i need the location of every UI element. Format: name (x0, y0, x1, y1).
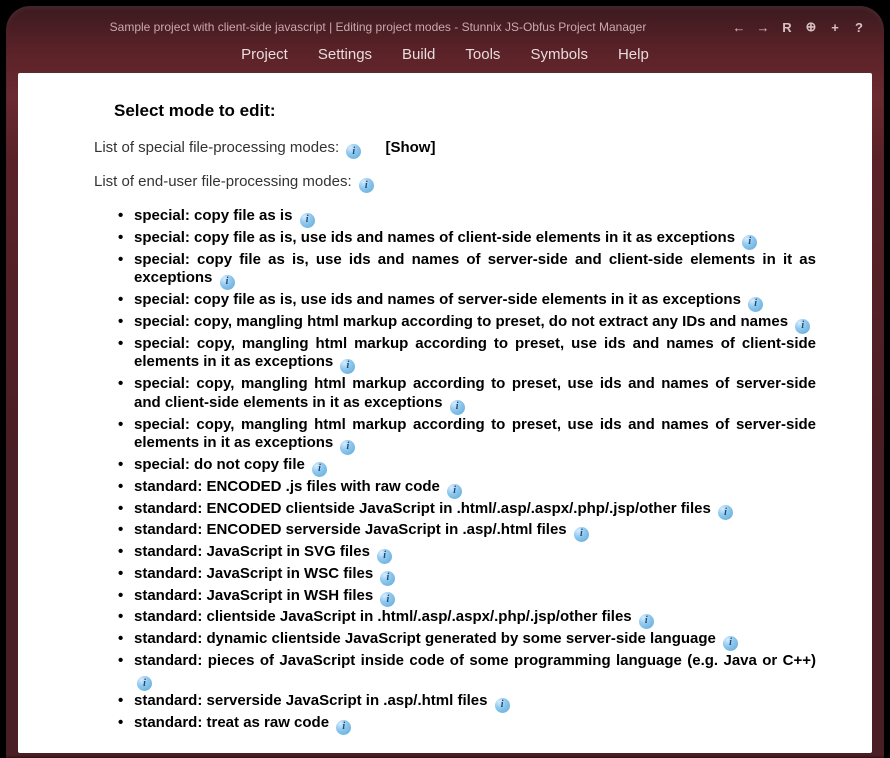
app-frame: Sample project with client-side javascri… (6, 6, 884, 758)
mode-link[interactable]: standard: dynamic clientside JavaScript … (134, 630, 720, 647)
mode-link[interactable]: standard: JavaScript in WSH files (134, 587, 377, 604)
menu-help[interactable]: Help (618, 46, 649, 63)
mode-link[interactable]: standard: treat as raw code (134, 714, 333, 731)
info-icon[interactable]: i (377, 549, 392, 564)
menu-project[interactable]: Project (241, 46, 288, 63)
page-title: Select mode to edit: (114, 101, 824, 121)
mode-link[interactable]: special: copy, mangling html markup acco… (134, 335, 816, 371)
help-icon[interactable]: ? (852, 20, 866, 34)
info-icon[interactable]: i (380, 592, 395, 607)
list-item: standard: dynamic clientside JavaScript … (116, 630, 816, 651)
window-title: Sample project with client-side javascri… (24, 20, 732, 34)
list-item: standard: JavaScript in SVG files i (116, 543, 816, 564)
special-modes-label: List of special file-processing modes: (94, 139, 339, 156)
enduser-modes-label: List of end-user file-processing modes: (94, 173, 352, 190)
menu-settings[interactable]: Settings (318, 46, 372, 63)
mode-link[interactable]: special: copy file as is (134, 207, 297, 224)
info-icon[interactable]: i (300, 213, 315, 228)
mode-link[interactable]: special: do not copy file (134, 456, 309, 473)
info-icon[interactable]: i (340, 440, 355, 455)
mode-link[interactable]: standard: ENCODED serverside JavaScript … (134, 521, 571, 538)
list-item: standard: ENCODED clientside JavaScript … (116, 500, 816, 521)
info-icon[interactable]: i (639, 614, 654, 629)
info-icon[interactable]: i (340, 359, 355, 374)
info-icon[interactable]: i (495, 698, 510, 713)
mode-link[interactable]: standard: clientside JavaScript in .html… (134, 608, 636, 625)
info-icon[interactable]: i (748, 297, 763, 312)
mode-link[interactable]: standard: JavaScript in SVG files (134, 543, 374, 560)
list-item: standard: JavaScript in WSC files i (116, 565, 816, 586)
nav-back-icon[interactable]: ← (732, 20, 746, 34)
info-icon[interactable]: i (137, 676, 152, 691)
plus-circle-icon[interactable]: ⊕ (804, 20, 818, 34)
list-item: standard: ENCODED serverside JavaScript … (116, 521, 816, 542)
info-icon[interactable]: i (312, 462, 327, 477)
info-icon[interactable]: i (450, 400, 465, 415)
list-item: special: copy, mangling html markup acco… (116, 313, 816, 334)
list-item: standard: clientside JavaScript in .html… (116, 608, 816, 629)
nav-forward-icon[interactable]: → (756, 20, 770, 34)
mode-link[interactable]: special: copy, mangling html markup acco… (134, 375, 816, 411)
mode-link[interactable]: special: copy file as is, use ids and na… (134, 229, 739, 246)
list-item: standard: serverside JavaScript in .asp/… (116, 692, 816, 713)
menu-tools[interactable]: Tools (465, 46, 500, 63)
list-item: special: copy file as is, use ids and na… (116, 291, 816, 312)
enduser-modes-row: List of end-user file-processing modes: … (94, 173, 824, 193)
info-icon[interactable]: i (574, 527, 589, 542)
list-item: special: copy file as is, use ids and na… (116, 251, 816, 291)
info-icon[interactable]: i (220, 275, 235, 290)
list-item: special: copy file as is i (116, 207, 816, 228)
list-item: standard: pieces of JavaScript inside co… (116, 652, 816, 692)
info-icon[interactable]: i (380, 571, 395, 586)
reload-icon[interactable]: R (780, 20, 794, 34)
list-item: standard: JavaScript in WSH files i (116, 587, 816, 608)
mode-link[interactable]: special: copy file as is, use ids and na… (134, 251, 816, 287)
content-area: Select mode to edit: List of special fil… (18, 73, 872, 753)
menu-symbols[interactable]: Symbols (530, 46, 588, 63)
list-item: special: copy file as is, use ids and na… (116, 229, 816, 250)
info-icon[interactable]: i (447, 484, 462, 499)
mode-link[interactable]: special: copy, mangling html markup acco… (134, 313, 792, 330)
info-icon[interactable]: i (359, 178, 374, 193)
info-icon[interactable]: i (346, 144, 361, 159)
show-link[interactable]: [Show] (385, 139, 435, 156)
titlebar: Sample project with client-side javascri… (18, 18, 872, 40)
info-icon[interactable]: i (795, 319, 810, 334)
menubar: Project Settings Build Tools Symbols Hel… (18, 40, 872, 73)
list-item: special: do not copy file i (116, 456, 816, 477)
list-item: special: copy, mangling html markup acco… (116, 335, 816, 375)
mode-link[interactable]: standard: JavaScript in WSC files (134, 565, 377, 582)
mode-link[interactable]: standard: pieces of JavaScript inside co… (134, 652, 816, 669)
menu-build[interactable]: Build (402, 46, 435, 63)
plus-icon[interactable]: + (828, 20, 842, 34)
info-icon[interactable]: i (718, 505, 733, 520)
mode-link[interactable]: special: copy, mangling html markup acco… (134, 416, 816, 452)
list-item: standard: treat as raw code i (116, 714, 816, 735)
mode-link[interactable]: special: copy file as is, use ids and na… (134, 291, 745, 308)
list-item: special: copy, mangling html markup acco… (116, 375, 816, 415)
info-icon[interactable]: i (742, 235, 757, 250)
special-modes-row: List of special file-processing modes: i… (94, 139, 824, 159)
mode-link[interactable]: standard: serverside JavaScript in .asp/… (134, 692, 492, 709)
list-item: standard: ENCODED .js files with raw cod… (116, 478, 816, 499)
title-toolbar: ← → R ⊕ + ? (732, 20, 866, 34)
info-icon[interactable]: i (336, 720, 351, 735)
modes-list: special: copy file as is ispecial: copy … (116, 207, 824, 735)
info-icon[interactable]: i (723, 636, 738, 651)
mode-link[interactable]: standard: ENCODED clientside JavaScript … (134, 500, 715, 517)
list-item: special: copy, mangling html markup acco… (116, 416, 816, 456)
mode-link[interactable]: standard: ENCODED .js files with raw cod… (134, 478, 444, 495)
